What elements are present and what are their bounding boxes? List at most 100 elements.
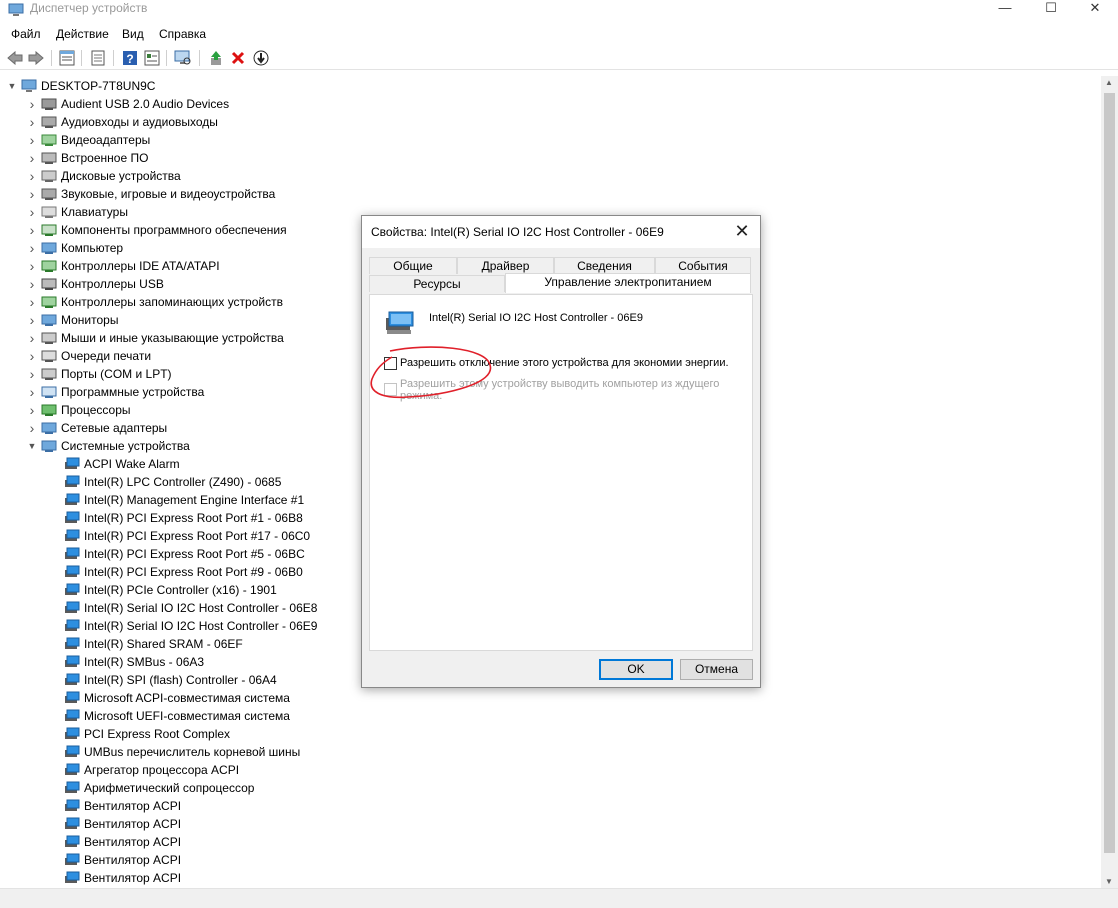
expand-arrow-icon[interactable]: ›: [26, 348, 38, 364]
tree-category-row[interactable]: ▼ Системные устройства: [26, 437, 190, 455]
tab-power-management[interactable]: Управление электропитанием: [505, 273, 751, 293]
system-device-row[interactable]: Intel(R) PCI Express Root Port #1 - 06B8: [61, 509, 303, 527]
tree-category-row[interactable]: › Контроллеры IDE ATA/ATAPI: [26, 257, 220, 275]
tree-category-label: Компьютер: [61, 241, 124, 255]
tree-category-row[interactable]: › Клавиатуры: [26, 203, 128, 221]
tree-category-row[interactable]: › Дисковые устройства: [26, 167, 181, 185]
system-device-row[interactable]: Intel(R) Shared SRAM - 06EF: [61, 635, 243, 653]
expand-arrow-icon[interactable]: ›: [26, 168, 38, 184]
tab-driver[interactable]: Драйвер: [457, 257, 554, 274]
expand-arrow-icon[interactable]: ›: [26, 294, 38, 310]
tree-root[interactable]: ▼ DESKTOP-7T8UN9C: [6, 77, 156, 95]
tree-category-row[interactable]: › Видеоадаптеры: [26, 131, 151, 149]
expand-arrow-icon[interactable]: ›: [26, 204, 38, 220]
system-device-row[interactable]: ACPI Wake Alarm: [61, 455, 180, 473]
tree-category-row[interactable]: › Контроллеры запоминающих устройств: [26, 293, 283, 311]
system-device-row[interactable]: Intel(R) PCI Express Root Port #9 - 06B0: [61, 563, 303, 581]
allow-power-off-checkbox[interactable]: [384, 357, 397, 370]
system-device-row[interactable]: Intel(R) SPI (flash) Controller - 06A4: [61, 671, 277, 689]
dialog-close-icon[interactable]: ✕: [730, 220, 754, 244]
maximize-button[interactable]: ☐: [1028, 0, 1074, 20]
device-name: Intel(R) Serial IO I2C Host Controller -…: [429, 312, 643, 324]
tree-category-row[interactable]: › Audient USB 2.0 Audio Devices: [26, 95, 229, 113]
tree-category-row[interactable]: › Контроллеры USB: [26, 275, 164, 293]
expand-arrow-icon[interactable]: ›: [26, 150, 38, 166]
system-device-row[interactable]: Intel(R) LPC Controller (Z490) - 0685: [61, 473, 281, 491]
tree-category-row[interactable]: › Сетевые адаптеры: [26, 419, 168, 437]
system-device-label: Intel(R) PCI Express Root Port #9 - 06B0: [84, 565, 303, 579]
expand-arrow-icon[interactable]: ›: [26, 366, 38, 382]
close-button[interactable]: ✕: [1072, 0, 1118, 20]
system-device-row[interactable]: Вентилятор ACPI: [61, 797, 181, 815]
menu-file[interactable]: Файл: [11, 27, 41, 41]
expand-arrow-icon[interactable]: ›: [26, 312, 38, 328]
tab-events[interactable]: События: [655, 257, 751, 274]
tree-category-row[interactable]: › Компьютер: [26, 239, 123, 257]
menu-help[interactable]: Справка: [159, 27, 206, 41]
properties-icon[interactable]: [58, 49, 76, 67]
menu-action[interactable]: Действие: [56, 27, 109, 41]
cancel-button[interactable]: Отмена: [680, 659, 753, 680]
menu-view[interactable]: Вид: [122, 27, 144, 41]
expand-arrow-icon[interactable]: ›: [26, 258, 38, 274]
uninstall-icon[interactable]: [229, 49, 247, 67]
forward-icon[interactable]: [27, 49, 45, 67]
system-device-row[interactable]: Intel(R) PCI Express Root Port #17 - 06C…: [61, 527, 310, 545]
system-device-row[interactable]: UMBus перечислитель корневой шины: [61, 743, 300, 761]
ok-button[interactable]: OK: [599, 659, 673, 680]
expand-arrow-icon[interactable]: ›: [26, 420, 38, 436]
tab-resources[interactable]: Ресурсы: [369, 275, 505, 292]
view-icon[interactable]: [89, 49, 107, 67]
minimize-button[interactable]: —: [982, 0, 1028, 20]
details-icon[interactable]: [143, 49, 161, 67]
expand-arrow-icon[interactable]: ›: [26, 186, 38, 202]
expand-arrow-icon[interactable]: ›: [26, 276, 38, 292]
tree-category-row[interactable]: › Порты (COM и LPT): [26, 365, 172, 383]
scan-icon[interactable]: [174, 49, 192, 67]
system-device-row[interactable]: Intel(R) Serial IO I2C Host Controller -…: [61, 599, 317, 617]
system-device-row[interactable]: Intel(R) PCI Express Root Port #5 - 06BC: [61, 545, 305, 563]
vertical-scrollbar[interactable]: ▲ ▼: [1101, 76, 1118, 888]
scrollbar-thumb[interactable]: [1104, 93, 1115, 853]
system-device-row[interactable]: Агрегатор процессора ACPI: [61, 761, 239, 779]
system-device-row[interactable]: Intel(R) Serial IO I2C Host Controller -…: [61, 617, 317, 635]
expand-arrow-icon[interactable]: ›: [26, 402, 38, 418]
tree-category-row[interactable]: › Встроенное ПО: [26, 149, 149, 167]
tree-category-row[interactable]: › Компоненты программного обеспечения: [26, 221, 287, 239]
tree-category-row[interactable]: › Звуковые, игровые и видеоустройства: [26, 185, 276, 203]
system-device-row[interactable]: Вентилятор ACPI: [61, 833, 181, 851]
scroll-down-icon[interactable]: ▼: [1105, 877, 1113, 886]
system-device-row[interactable]: Вентилятор ACPI: [61, 815, 181, 833]
expand-arrow-icon[interactable]: ›: [26, 96, 38, 112]
disable-icon[interactable]: [252, 49, 270, 67]
expand-arrow-icon[interactable]: ›: [26, 240, 38, 256]
back-icon[interactable]: [6, 49, 24, 67]
tab-details[interactable]: Сведения: [554, 257, 655, 274]
collapse-arrow-icon[interactable]: ▼: [6, 81, 18, 91]
help-icon[interactable]: ?: [121, 49, 139, 67]
expand-arrow-icon[interactable]: ›: [26, 384, 38, 400]
expand-arrow-icon[interactable]: ›: [26, 330, 38, 346]
system-device-row[interactable]: Вентилятор ACPI: [61, 851, 181, 869]
tree-category-row[interactable]: › Процессоры: [26, 401, 131, 419]
tree-category-row[interactable]: › Мыши и иные указывающие устройства: [26, 329, 284, 347]
tab-general[interactable]: Общие: [369, 257, 457, 274]
tree-category-row[interactable]: › Аудиовходы и аудиовыходы: [26, 113, 218, 131]
tree-category-row[interactable]: › Мониторы: [26, 311, 119, 329]
expand-arrow-icon[interactable]: ›: [26, 114, 38, 130]
scroll-up-icon[interactable]: ▲: [1105, 78, 1113, 87]
expand-arrow-icon[interactable]: ›: [26, 222, 38, 238]
system-device-row[interactable]: Microsoft UEFI-совместимая система: [61, 707, 290, 725]
expand-arrow-icon[interactable]: ›: [26, 132, 38, 148]
tree-category-row[interactable]: › Очереди печати: [26, 347, 151, 365]
tree-category-row[interactable]: › Программные устройства: [26, 383, 205, 401]
system-device-row[interactable]: Арифметический сопроцессор: [61, 779, 254, 797]
system-device-row[interactable]: Intel(R) Management Engine Interface #1: [61, 491, 304, 509]
collapse-arrow-icon[interactable]: ▼: [26, 441, 38, 451]
system-device-row[interactable]: Microsoft ACPI-совместимая система: [61, 689, 290, 707]
system-device-row[interactable]: Intel(R) SMBus - 06A3: [61, 653, 204, 671]
system-device-row[interactable]: Intel(R) PCIe Controller (x16) - 1901: [61, 581, 277, 599]
system-device-row[interactable]: Вентилятор ACPI: [61, 869, 181, 887]
system-device-row[interactable]: PCI Express Root Complex: [61, 725, 230, 743]
update-driver-icon[interactable]: [207, 49, 225, 67]
